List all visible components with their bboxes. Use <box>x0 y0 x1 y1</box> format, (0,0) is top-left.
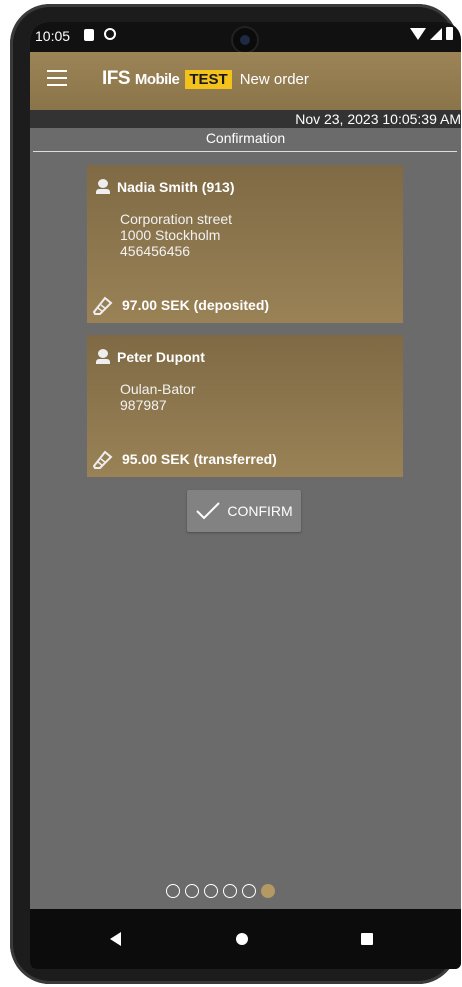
system-nav-bar <box>30 909 461 969</box>
amount-row: 95.00 SEK (transferred) <box>92 449 277 469</box>
status-bar: 10:05 <box>30 22 461 52</box>
test-badge: TEST <box>185 69 232 89</box>
amount-text: 97.00 SEK (deposited) <box>122 297 270 313</box>
screen: 10:05 IFS Mobile TEST New order Nov 23, … <box>30 22 461 969</box>
page-dot[interactable] <box>223 884 237 898</box>
customer-name-row: Nadia Smith (913) <box>95 179 234 195</box>
status-icons <box>410 27 453 40</box>
page-dot[interactable] <box>166 884 180 898</box>
page-dot[interactable] <box>204 884 218 898</box>
cell-signal-icon <box>430 27 442 40</box>
back-icon[interactable] <box>110 932 121 946</box>
customer-name: Nadia Smith (913) <box>117 179 235 195</box>
section-title: Confirmation <box>205 130 286 146</box>
app-bar: IFS Mobile TEST New order <box>30 52 461 110</box>
recents-icon[interactable] <box>361 933 373 945</box>
tag-icon <box>92 296 113 315</box>
page-indicator <box>166 884 275 898</box>
page-dot[interactable] <box>242 884 256 898</box>
home-icon[interactable] <box>236 933 248 945</box>
customer-card[interactable]: Nadia Smith (913) Corporation street 100… <box>87 165 403 323</box>
menu-icon[interactable] <box>47 70 67 86</box>
person-icon <box>95 179 111 195</box>
page-title: New order <box>239 70 309 88</box>
amount-text: 95.00 SEK (transferred) <box>122 451 277 467</box>
tag-icon <box>92 450 113 469</box>
date-time-text: Nov 23, 2023 10:05:39 AM <box>295 111 461 127</box>
customer-name-row: Peter Dupont <box>95 349 205 365</box>
brand-logo: IFS Mobile <box>102 68 180 89</box>
customer-card[interactable]: Peter Dupont Oulan-Bator 987987 95.00 SE… <box>87 335 403 477</box>
check-icon <box>196 502 221 520</box>
wifi-icon <box>410 27 426 40</box>
do-not-disturb-icon <box>104 28 116 40</box>
section-divider <box>33 151 457 152</box>
battery-icon <box>446 27 453 40</box>
person-icon <box>95 349 111 365</box>
customer-name: Peter Dupont <box>117 349 205 365</box>
page-dot-active[interactable] <box>261 884 275 898</box>
customer-address: Corporation street 1000 Stockholm 456456… <box>120 211 233 259</box>
date-bar: Nov 23, 2023 10:05:39 AM <box>30 110 461 128</box>
status-time: 10:05 <box>35 28 71 44</box>
customer-address: Oulan-Bator 987987 <box>120 381 196 413</box>
confirm-button[interactable]: CONFIRM <box>187 490 301 532</box>
front-camera <box>233 28 257 52</box>
app-brand: IFS Mobile TEST New order <box>102 68 309 90</box>
sim-card-icon <box>84 29 94 41</box>
amount-row: 97.00 SEK (deposited) <box>92 295 269 315</box>
confirm-label: CONFIRM <box>227 503 293 519</box>
page-dot[interactable] <box>185 884 199 898</box>
